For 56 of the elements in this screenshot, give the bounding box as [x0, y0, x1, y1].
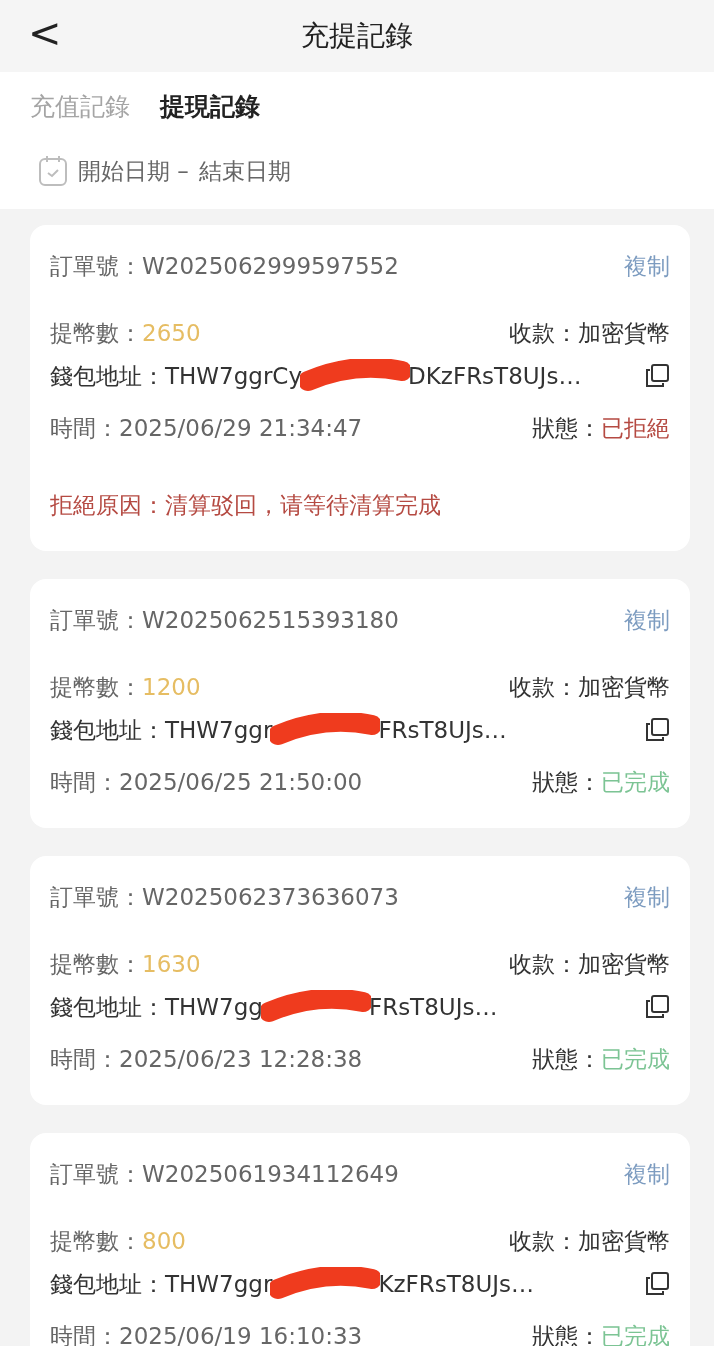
address-label: 錢包地址：	[50, 361, 165, 391]
end-date-field[interactable]: 結束日期	[198, 155, 291, 187]
time-text: 時間：2025/06/25 21:50:00	[50, 768, 363, 797]
copy-link[interactable]: 複制	[624, 605, 670, 636]
start-date-field[interactable]: 開始日期 –	[78, 155, 189, 187]
time-text: 時間：2025/06/23 12:28:38	[50, 1045, 363, 1074]
amount-label: 提幣數：	[50, 951, 142, 977]
payee-value: 加密貨幣	[578, 951, 670, 977]
status-value: 已拒絕	[601, 415, 670, 441]
time-text: 時間：2025/06/29 21:34:47	[50, 414, 363, 443]
copy-icon[interactable]	[644, 1271, 670, 1297]
address-end: KzFRsT8UJs…	[378, 1271, 534, 1297]
payee-value: 加密貨幣	[578, 320, 670, 346]
address-label: 錢包地址：	[50, 715, 165, 745]
address-label: 錢包地址：	[50, 1269, 165, 1299]
address-start: THW7ggr	[165, 1271, 273, 1297]
order-number: 訂單號：W2025061934112649	[50, 1160, 399, 1189]
order-number: 訂單號：W2025062515393180	[50, 606, 399, 635]
copy-link[interactable]: 複制	[624, 251, 670, 282]
copy-link[interactable]: 複制	[624, 1159, 670, 1190]
address-label: 錢包地址：	[50, 992, 165, 1022]
copy-link[interactable]: 複制	[624, 882, 670, 913]
copy-icon[interactable]	[644, 363, 670, 389]
tab[interactable]: 充值記錄	[30, 86, 130, 127]
status-value: 已完成	[601, 769, 670, 795]
amount-label: 提幣數：	[50, 320, 142, 346]
rejection-reason: 拒絕原因：清算驳回，请等待清算完成	[50, 491, 442, 520]
address-start: THW7ggrCy	[165, 363, 303, 389]
payee-value: 加密貨幣	[578, 674, 670, 700]
copy-icon[interactable]	[644, 994, 670, 1020]
status-value: 已完成	[601, 1046, 670, 1072]
amount-value: 1630	[142, 951, 201, 977]
address-end: DKzFRsT8UJs…	[408, 363, 582, 389]
amount-label: 提幣數：	[50, 1228, 142, 1254]
address-start: THW7gg	[165, 994, 263, 1020]
status-label: 狀態：	[532, 1046, 601, 1072]
page-title: 充提記錄	[301, 18, 413, 54]
amount-value: 1200	[142, 674, 201, 700]
order-number: 訂單號：W2025062999597552	[50, 252, 399, 281]
copy-icon[interactable]	[644, 717, 670, 743]
payee-label: 收款：	[509, 320, 578, 346]
payee-label: 收款：	[509, 1228, 578, 1254]
payee-value: 加密貨幣	[578, 1228, 670, 1254]
address-start: THW7ggr	[165, 717, 273, 743]
address-end: FRsT8UJs…	[368, 994, 498, 1020]
address-end: FRsT8UJs…	[378, 717, 507, 743]
amount-value: 800	[142, 1228, 186, 1254]
amount-label: 提幣數：	[50, 674, 142, 700]
tab[interactable]: 提現記錄	[160, 86, 260, 127]
payee-label: 收款：	[509, 951, 578, 977]
payee-label: 收款：	[509, 674, 578, 700]
status-label: 狀態：	[532, 769, 601, 795]
status-label: 狀態：	[532, 415, 601, 441]
back-button[interactable]: <	[22, 10, 68, 56]
amount-value: 2650	[142, 320, 201, 346]
order-number: 訂單號：W2025062373636073	[50, 883, 399, 912]
